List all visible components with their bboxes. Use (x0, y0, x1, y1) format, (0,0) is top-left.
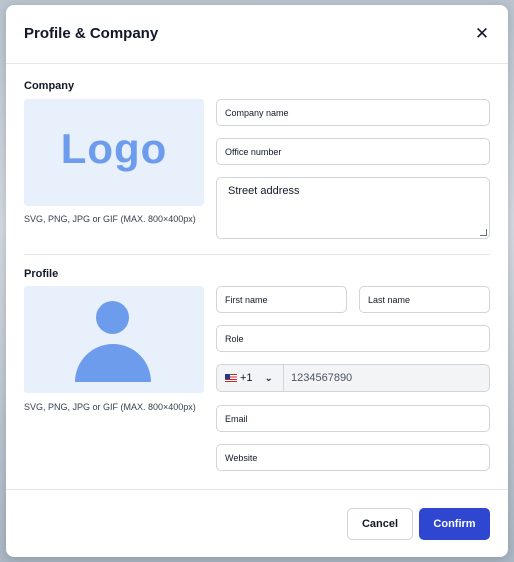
first-name-input[interactable] (217, 287, 346, 312)
profile-photo-upload[interactable] (24, 286, 204, 393)
resize-handle-icon[interactable] (480, 229, 487, 236)
close-icon[interactable]: ✕ (470, 22, 494, 46)
section-divider (24, 254, 490, 255)
country-code-select[interactable]: +1 ⌄ (217, 365, 284, 391)
country-code-label: +1 (240, 372, 253, 384)
profile-company-modal: Profile & Company ✕ Company Logo SVG, PN… (6, 5, 508, 557)
street-address-field[interactable] (216, 177, 490, 239)
role-input[interactable] (217, 326, 489, 351)
first-name-field[interactable] (216, 286, 347, 313)
avatar-body-icon (75, 344, 151, 382)
company-section-label: Company (24, 80, 75, 92)
company-logo-upload[interactable]: Logo (24, 99, 204, 206)
profile-upload-hint: SVG, PNG, JPG or GIF (MAX. 800×400px) (24, 402, 196, 412)
profile-section-label: Profile (24, 268, 59, 280)
footer-divider (6, 489, 508, 490)
company-name-input[interactable] (217, 100, 489, 125)
role-field[interactable] (216, 325, 490, 352)
email-input[interactable] (217, 406, 489, 431)
cancel-button[interactable]: Cancel (347, 508, 413, 540)
chevron-down-icon: ⌄ (264, 372, 273, 384)
phone-input[interactable] (284, 365, 489, 391)
logo-placeholder: Logo (60, 125, 168, 172)
confirm-button[interactable]: Confirm (419, 508, 490, 540)
office-number-input[interactable] (217, 139, 489, 164)
last-name-field[interactable] (359, 286, 490, 313)
last-name-input[interactable] (360, 287, 489, 312)
website-field[interactable] (216, 444, 490, 471)
street-address-input[interactable] (217, 178, 489, 238)
avatar-head-icon (96, 301, 129, 334)
office-number-field[interactable] (216, 138, 490, 165)
email-field[interactable] (216, 405, 490, 432)
website-input[interactable] (217, 445, 489, 470)
phone-field: +1 ⌄ (216, 364, 490, 392)
modal-header: Profile & Company ✕ (6, 5, 508, 64)
modal-title: Profile & Company (24, 25, 159, 42)
company-upload-hint: SVG, PNG, JPG or GIF (MAX. 800×400px) (24, 214, 196, 224)
us-flag-icon (225, 374, 237, 382)
company-name-field[interactable] (216, 99, 490, 126)
